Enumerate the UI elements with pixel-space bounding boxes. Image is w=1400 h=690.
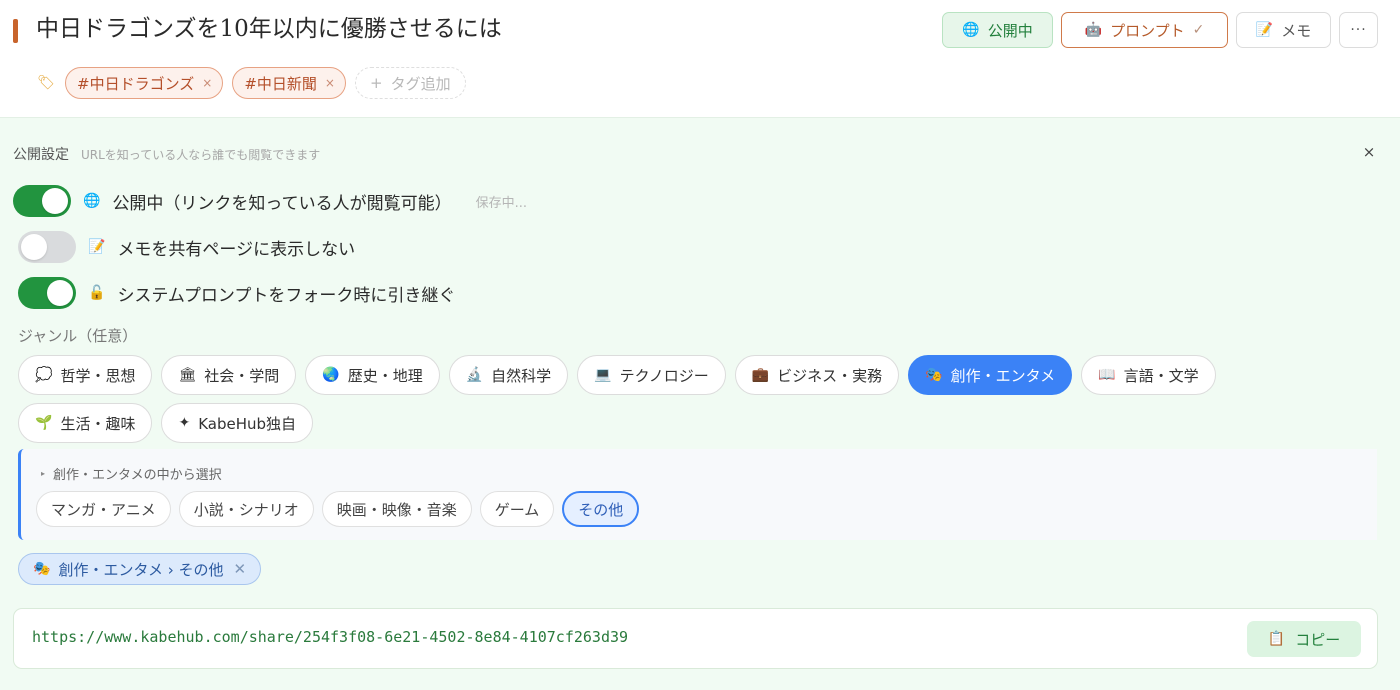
share-settings-panel: 公開設定 URLを知っている人なら誰でも閲覧できます × 🌐 公開中（リンクを知… [0,117,1400,690]
public-status-label: 公開中 [987,21,1033,40]
more-options-button[interactable]: ··· [1339,12,1378,48]
sparkle-icon: ✦ [178,415,191,431]
genre-chip-business[interactable]: 💼 ビジネス・実務 [734,355,900,395]
public-toggle-row: 🌐 公開中（リンクを知っている人が閲覧可能） 保存中... [13,185,527,217]
genre-chip-label: 歴史・地理 [347,366,423,385]
microscope-icon: 🔬 [465,367,484,383]
genre-chip-label: KabeHub独自 [198,414,297,433]
subgenre-chip-manga[interactable]: マンガ・アニメ [36,491,171,527]
check-icon: ✓ [1192,22,1205,38]
genre-chip-science[interactable]: 🔬 自然科学 [448,355,569,395]
genre-chip-language[interactable]: 📖 言語・文学 [1081,355,1216,395]
memo-button[interactable]: 📝 メモ [1236,12,1331,48]
triangle-right-icon: ▸ [41,469,46,478]
title-marker [13,19,18,43]
memo-icon: 📝 [1255,22,1274,38]
copy-button[interactable]: 📋 コピー [1247,621,1361,657]
robot-icon: 🤖 [1084,22,1103,38]
memo-toggle-label: メモを共有ページに表示しない [117,239,356,260]
genre-chip-label: 社会・学問 [204,366,280,385]
subgenre-title: ▸ 創作・エンタメの中から選択 [41,464,222,483]
tag-icon: 🏷 [37,75,55,91]
tag-label: #中日ドラゴンズ [77,74,195,93]
genre-chip-philosophy[interactable]: 💭 哲学・思想 [18,355,153,395]
genre-chip-label: ビジネス・実務 [777,366,883,385]
briefcase-icon: 💼 [751,367,770,383]
prompt-inherit-label: システムプロンプトをフォーク時に引き継ぐ [117,285,456,306]
genre-chip-society[interactable]: 🏛 社会・学問 [161,355,297,395]
close-icon[interactable]: × [202,76,212,90]
selected-genre-label: 創作・エンタメ › その他 [58,560,224,579]
classical-building-icon: 🏛 [178,367,197,383]
memo-toggle[interactable] [18,231,76,263]
memo-toggle-row: 📝 メモを共有ページに表示しない [18,231,355,263]
theater-masks-icon: 🎭 [925,367,943,383]
prompt-label: プロンプト [1110,21,1185,40]
theater-masks-icon: 🎭 [33,561,51,577]
memo-label: メモ [1281,21,1312,40]
ellipsis-icon: ··· [1350,22,1367,38]
settings-description: URLを知っている人なら誰でも閲覧できます [81,148,321,162]
close-icon[interactable]: × [325,76,335,90]
public-toggle[interactable] [13,185,71,217]
close-icon[interactable]: × [1360,143,1378,161]
laptop-icon: 💻 [594,367,612,383]
page-title: 中日ドラゴンズを10年以内に優勝させるには [36,16,502,42]
genre-chip-row: 🌱 生活・趣味 ✦ KabeHub独自 [18,403,1248,443]
open-book-icon: 📖 [1098,367,1116,383]
unlock-icon: 🔓 [88,285,106,301]
share-url[interactable]: https://www.kabehub.com/share/254f3f08-6… [32,628,628,646]
share-url-box: https://www.kabehub.com/share/254f3f08-6… [13,608,1378,669]
genre-chip-label: 自然科学 [491,366,552,385]
genre-label: ジャンル（任意） [18,327,138,345]
globe-icon: 🌐 [962,22,980,38]
subgenre-chip-film[interactable]: 映画・映像・音楽 [321,491,472,527]
settings-title: 公開設定 [13,147,69,163]
tag-chip[interactable]: #中日ドラゴンズ × [65,67,224,99]
genre-chip-label: 哲学・思想 [60,366,136,385]
globe-asia-icon: 🌏 [322,367,340,383]
public-toggle-label: 公開中（リンクを知っている人が閲覧可能） [112,193,452,214]
tag-row: 🏷 #中日ドラゴンズ × #中日新聞 × + タグ追加 [36,66,466,100]
selected-genre-pill: 🎭 創作・エンタメ › その他 ✕ [18,553,262,585]
clipboard-icon: 📋 [1267,631,1286,647]
settings-header: 公開設定 URLを知っている人なら誰でも閲覧できます [13,144,320,164]
prompt-inherit-toggle-row: 🔓 システムプロンプトをフォーク時に引き継ぐ [18,277,455,309]
close-icon[interactable]: ✕ [234,560,247,578]
saving-status: 保存中... [475,195,527,211]
copy-label: コピー [1295,630,1341,649]
prompt-button[interactable]: 🤖 プロンプト ✓ [1061,12,1228,48]
subgenre-chip-row: マンガ・アニメ 小説・シナリオ 映画・映像・音楽 ゲーム その他 [36,491,640,527]
subgenre-selector: ▸ 創作・エンタメの中から選択 マンガ・アニメ 小説・シナリオ 映画・映像・音楽… [18,449,1377,540]
genre-chip-label: 生活・趣味 [60,414,136,433]
genre-chip-entertainment[interactable]: 🎭 創作・エンタメ [908,355,1073,395]
genre-chip-kabehub[interactable]: ✦ KabeHub独自 [161,403,314,443]
memo-icon: 📝 [88,239,106,255]
plus-icon: + [369,74,383,92]
genre-chip-history[interactable]: 🌏 歴史・地理 [305,355,440,395]
tag-label: #中日新聞 [244,74,317,93]
thought-bubble-icon: 💭 [35,367,53,383]
header: 中日ドラゴンズを10年以内に優勝させるには 🌐 公開中 🤖 プロンプト ✓ 📝 … [0,0,1400,117]
genre-chip-label: 創作・エンタメ [950,366,1056,385]
genre-chip-label: 言語・文学 [1123,366,1199,385]
genre-chip-row: 💭 哲学・思想 🏛 社会・学問 🌏 歴史・地理 🔬 自然科学 💻 テクノロジー … [18,355,1248,395]
subgenre-title-label: 創作・エンタメの中から選択 [53,468,222,483]
tag-chip[interactable]: #中日新聞 × [232,67,346,99]
add-tag-label: タグ追加 [390,74,451,93]
add-tag-button[interactable]: + タグ追加 [354,67,466,99]
subgenre-chip-other[interactable]: その他 [562,491,640,527]
globe-icon: 🌐 [83,193,101,209]
genre-chip-technology[interactable]: 💻 テクノロジー [577,355,726,395]
subgenre-chip-novel[interactable]: 小説・シナリオ [178,491,314,527]
seedling-icon: 🌱 [35,415,53,431]
public-status-button[interactable]: 🌐 公開中 [942,12,1053,48]
genre-chip-label: テクノロジー [619,366,709,385]
prompt-inherit-toggle[interactable] [18,277,76,309]
subgenre-chip-game[interactable]: ゲーム [479,491,555,527]
genre-chip-lifestyle[interactable]: 🌱 生活・趣味 [18,403,153,443]
